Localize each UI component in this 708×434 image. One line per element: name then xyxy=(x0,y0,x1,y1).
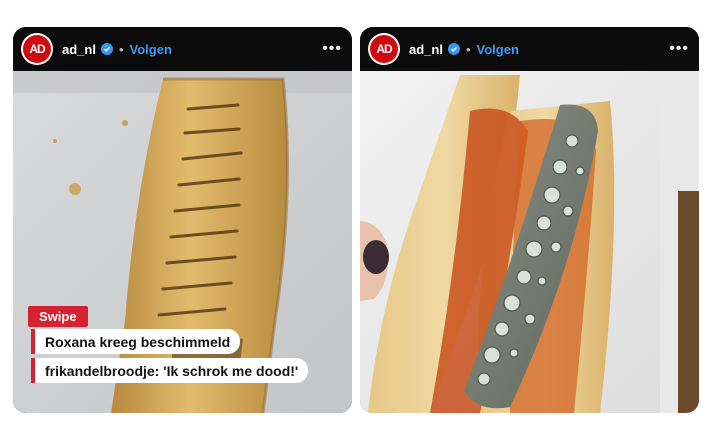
ad-logo-avatar[interactable]: AD xyxy=(21,33,53,65)
separator-dot: • xyxy=(465,41,471,57)
more-options-icon[interactable]: ••• xyxy=(322,41,342,57)
caption-line-1: Roxana kreeg beschimmeld xyxy=(31,329,241,354)
swipe-badge: Swipe xyxy=(28,306,88,327)
follow-button[interactable]: Volgen xyxy=(477,42,519,57)
ad-logo-text: AD xyxy=(23,35,51,63)
post-header: AD ad_nl • Volgen ••• xyxy=(360,27,699,71)
post-header: AD ad_nl • Volgen ••• xyxy=(13,27,352,71)
separator-dot: • xyxy=(118,41,124,57)
verified-badge-icon xyxy=(100,43,113,55)
ad-logo-avatar[interactable]: AD xyxy=(368,33,400,65)
follow-button[interactable]: Volgen xyxy=(130,42,172,57)
post-card-right: AD ad_nl • Volgen ••• xyxy=(360,27,699,413)
caption-line-2: frikandelbroodje: 'Ik schrok me dood!' xyxy=(31,358,309,383)
account-handle[interactable]: ad_nl xyxy=(62,42,96,57)
post-photo-moldy-sausage xyxy=(360,71,699,413)
caption-text-1: Roxana kreeg beschimmeld xyxy=(35,329,241,354)
post-card-left: AD ad_nl • Volgen ••• Swipe Roxana kreeg… xyxy=(13,27,352,413)
verified-badge-icon xyxy=(447,43,460,55)
ad-logo-text: AD xyxy=(370,35,398,63)
caption-text-2: frikandelbroodje: 'Ik schrok me dood!' xyxy=(35,358,309,383)
account-handle[interactable]: ad_nl xyxy=(409,42,443,57)
more-options-icon[interactable]: ••• xyxy=(669,41,689,57)
